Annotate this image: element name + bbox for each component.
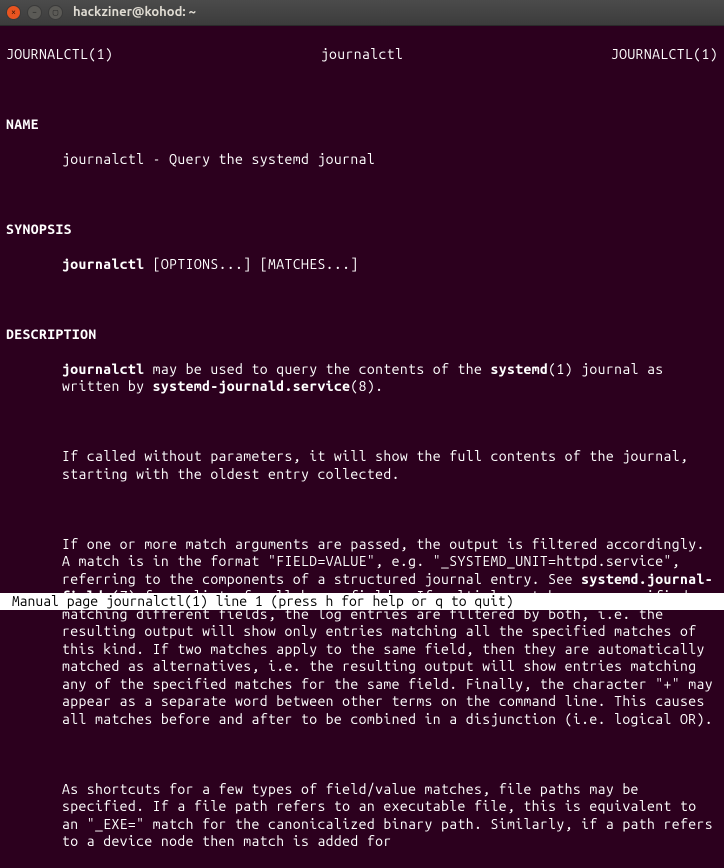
header-right: JOURNALCTL(1) xyxy=(611,46,718,64)
section-description-label: DESCRIPTION xyxy=(6,326,718,344)
header-center: journalctl xyxy=(321,46,403,64)
desc-p1-text-f: (8). xyxy=(350,378,383,394)
header-left: JOURNALCTL(1) xyxy=(6,46,113,64)
desc-p1-journalctl: journalctl xyxy=(62,361,144,377)
section-synopsis-label: SYNOPSIS xyxy=(6,221,718,239)
synopsis-args: [OPTIONS...] [MATCHES...] xyxy=(144,256,358,272)
desc-para-3: If one or more match arguments are passe… xyxy=(6,536,718,729)
desc-p1-text-b: may be used to query the contents of the xyxy=(144,361,490,377)
synopsis-cmd: journalctl xyxy=(62,256,144,272)
section-name-label: NAME xyxy=(6,116,718,134)
section-name-text: journalctl - Query the systemd journal xyxy=(6,151,718,169)
section-synopsis-text: journalctl [OPTIONS...] [MATCHES...] xyxy=(6,256,718,274)
maximize-icon[interactable]: ▢ xyxy=(48,5,63,20)
minimize-icon[interactable]: – xyxy=(27,5,42,20)
desc-p1-systemd: systemd xyxy=(491,361,549,377)
desc-p1-service: systemd-journald.service xyxy=(153,378,351,394)
desc-para-4: As shortcuts for a few types of field/va… xyxy=(6,781,718,851)
desc-para-2: If called without parameters, it will sh… xyxy=(6,448,718,483)
terminal-content[interactable]: JOURNALCTL(1) journalctl JOURNALCTL(1) N… xyxy=(0,26,724,868)
window-title: hackziner@kohod: ~ xyxy=(73,4,196,20)
pager-status-line: Manual page journalctl(1) line 1 (press … xyxy=(0,593,724,611)
window-controls: × – ▢ xyxy=(6,5,63,20)
close-icon[interactable]: × xyxy=(6,5,21,20)
man-header: JOURNALCTL(1) journalctl JOURNALCTL(1) xyxy=(6,46,718,64)
desc-para-1: journalctl may be used to query the cont… xyxy=(6,361,718,396)
window-titlebar: × – ▢ hackziner@kohod: ~ xyxy=(0,0,724,26)
